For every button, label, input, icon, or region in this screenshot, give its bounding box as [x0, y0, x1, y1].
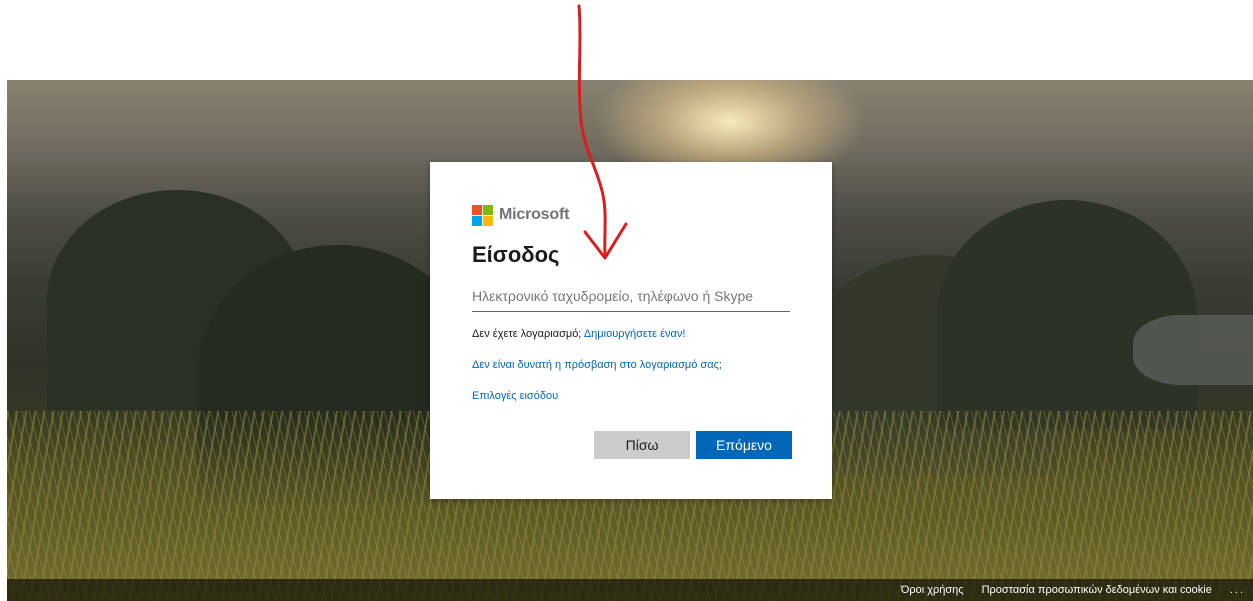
email-field-wrapper: [472, 282, 790, 312]
privacy-cookies-link[interactable]: Προστασία προσωπικών δεδομένων και cooki…: [982, 584, 1212, 596]
signin-card: Microsoft Είσοδος Δεν έχετε λογαριασμό; …: [430, 162, 832, 499]
next-button[interactable]: Επόμενο: [696, 431, 792, 459]
cant-access-row: Δεν είναι δυνατή η πρόσβαση στο λογαριασ…: [472, 359, 790, 371]
brand-name: Microsoft: [499, 206, 570, 223]
signin-options-link[interactable]: Επιλογές εισόδου: [472, 390, 558, 402]
footer-bar: Όροι χρήσης Προστασία προσωπικών δεδομέν…: [7, 579, 1253, 601]
background-hill: [937, 200, 1197, 430]
microsoft-logo-icon: [472, 204, 493, 226]
signin-options-row: Επιλογές εισόδου: [472, 390, 790, 402]
brand-header: Microsoft: [472, 204, 790, 226]
no-account-row: Δεν έχετε λογαριασμό; Δημιουργήσετε έναν…: [472, 328, 790, 340]
email-field[interactable]: [472, 282, 790, 312]
back-button[interactable]: Πίσω: [594, 431, 690, 459]
cant-access-account-link[interactable]: Δεν είναι δυνατή η πρόσβαση στο λογαριασ…: [472, 359, 722, 371]
background-lagoon: [1133, 315, 1253, 385]
button-row: Πίσω Επόμενο: [594, 431, 792, 459]
terms-link[interactable]: Όροι χρήσης: [901, 584, 964, 596]
page-title: Είσοδος: [472, 242, 560, 267]
create-account-link[interactable]: Δημιουργήσετε έναν!: [584, 328, 686, 340]
no-account-text: Δεν έχετε λογαριασμό;: [472, 328, 582, 340]
more-options-icon[interactable]: ...: [1230, 584, 1245, 596]
page: Όροι χρήσης Προστασία προσωπικών δεδομέν…: [0, 0, 1253, 601]
